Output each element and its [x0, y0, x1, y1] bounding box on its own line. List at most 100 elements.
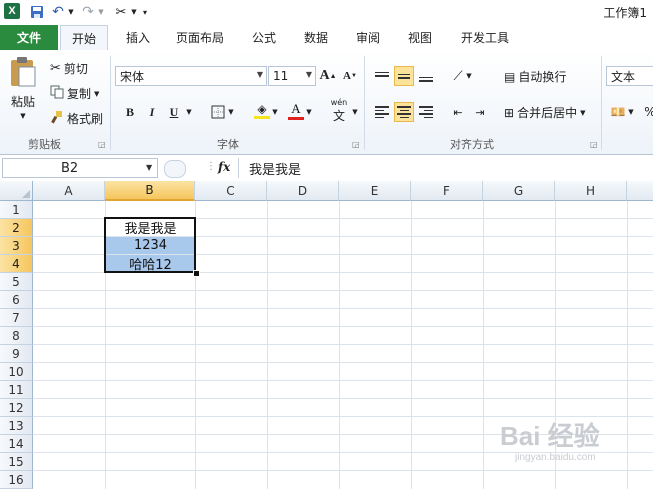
phonetic-guide-icon[interactable]: wén 文	[326, 98, 352, 124]
row-header-13[interactable]: 13	[0, 417, 33, 435]
chevron-down-icon[interactable]: ▼	[146, 163, 152, 172]
row-header-9[interactable]: 9	[0, 345, 33, 363]
cut-button[interactable]: ✂ 剪切	[50, 60, 88, 77]
tab-formulas[interactable]: 公式	[244, 25, 284, 50]
gridline	[411, 201, 412, 492]
tab-review[interactable]: 审阅	[348, 25, 388, 50]
percent-style-icon[interactable]: %	[640, 102, 653, 122]
font-launcher-icon[interactable]: ◲	[352, 140, 360, 149]
wrap-text-button[interactable]: ▤ 自动换行	[504, 68, 566, 85]
clipboard-launcher-icon[interactable]: ◲	[98, 140, 106, 149]
row-header-15[interactable]: 15	[0, 453, 33, 471]
gridline	[33, 326, 653, 327]
copy-button[interactable]: 复制 ▼	[50, 85, 99, 102]
paste-dropdown-icon[interactable]: ▼	[20, 112, 25, 120]
gridline	[33, 290, 653, 291]
customize-toolbar-icon[interactable]: ▾	[140, 3, 150, 21]
number-format-combo[interactable]: 文本	[606, 66, 653, 86]
tab-view[interactable]: 视图	[400, 25, 440, 50]
align-middle-icon[interactable]	[394, 66, 414, 86]
accounting-dropdown-icon[interactable]: ▼	[626, 102, 636, 122]
alignment-launcher-icon[interactable]: ◲	[590, 140, 598, 149]
row-header-16[interactable]: 16	[0, 471, 33, 489]
paste-button[interactable]: 粘贴 ▼	[8, 56, 38, 120]
row-header-4[interactable]: 4	[0, 255, 33, 273]
excel-logo-icon[interactable]: X	[4, 3, 20, 19]
cell-b4[interactable]: 哈哈12	[106, 255, 195, 273]
font-color-dropdown-icon[interactable]: ▼	[304, 102, 314, 122]
undo-dropdown-icon[interactable]: ▼	[66, 3, 76, 21]
row-header-10[interactable]: 10	[0, 363, 33, 381]
underline-dropdown-icon[interactable]: ▼	[184, 102, 194, 122]
font-name-combo[interactable]: 宋体 ▼	[115, 66, 267, 86]
column-header-e[interactable]: E	[339, 181, 411, 201]
phonetic-dropdown-icon[interactable]: ▼	[350, 102, 360, 122]
grow-font-icon[interactable]: A ▲	[318, 66, 338, 86]
align-top-icon[interactable]	[372, 66, 392, 86]
cell-b3[interactable]: 1234	[106, 237, 195, 254]
tools-dropdown-icon[interactable]: ▼	[130, 3, 138, 21]
undo-icon[interactable]: ↶	[50, 3, 66, 21]
formula-input[interactable]: 我是我是	[238, 158, 650, 178]
row-header-1[interactable]: 1	[0, 201, 33, 219]
fill-handle[interactable]	[193, 270, 200, 277]
column-header-h[interactable]: H	[555, 181, 627, 201]
fill-color-icon[interactable]: ◈	[252, 100, 272, 120]
row-header-2[interactable]: 2	[0, 219, 33, 237]
underline-button[interactable]: U	[164, 102, 184, 122]
column-header-d[interactable]: D	[267, 181, 339, 201]
align-right-icon[interactable]	[416, 102, 436, 122]
row-header-5[interactable]: 5	[0, 273, 33, 291]
row-header-14[interactable]: 14	[0, 435, 33, 453]
row-header-8[interactable]: 8	[0, 327, 33, 345]
row-header-11[interactable]: 11	[0, 381, 33, 399]
select-all-button[interactable]	[0, 181, 33, 201]
merge-dropdown-icon[interactable]: ▼	[580, 109, 585, 117]
column-header-c[interactable]: C	[195, 181, 267, 201]
tab-developer[interactable]: 开发工具	[452, 25, 518, 50]
merge-center-button[interactable]: ⊞ 合并后居中 ▼	[504, 104, 585, 121]
tab-insert[interactable]: 插入	[118, 25, 158, 50]
accounting-format-icon[interactable]: 💴	[608, 102, 628, 122]
column-header-i[interactable]	[627, 181, 653, 201]
align-left-icon[interactable]	[372, 102, 392, 122]
orientation-dropdown-icon[interactable]: ▼	[464, 66, 474, 86]
column-header-b[interactable]: B	[105, 181, 195, 201]
bold-button[interactable]: B	[120, 102, 140, 122]
scissors-icon: ✂	[50, 61, 61, 76]
cell-b2[interactable]: 我是我是	[106, 219, 195, 237]
tab-home[interactable]: 开始	[60, 25, 108, 50]
row-header-12[interactable]: 12	[0, 399, 33, 417]
tab-page-layout[interactable]: 页面布局	[168, 25, 232, 50]
tab-data[interactable]: 数据	[296, 25, 336, 50]
column-header-f[interactable]: F	[411, 181, 483, 201]
align-bottom-icon[interactable]	[416, 66, 436, 86]
save-icon[interactable]	[28, 3, 46, 21]
borders-dropdown-icon[interactable]: ▼	[226, 102, 236, 122]
font-color-icon[interactable]: A	[286, 100, 306, 120]
row-header-6[interactable]: 6	[0, 291, 33, 309]
column-header-a[interactable]: A	[33, 181, 105, 201]
copy-dropdown-icon[interactable]: ▼	[94, 90, 99, 98]
redo-icon[interactable]: ↷	[80, 3, 96, 21]
row-header-7[interactable]: 7	[0, 309, 33, 327]
redo-dropdown-icon[interactable]: ▼	[96, 3, 106, 21]
align-center-icon[interactable]	[394, 102, 414, 122]
formula-bar-resize-handle[interactable]	[164, 160, 186, 178]
column-header-g[interactable]: G	[483, 181, 555, 201]
alignment-group-label: 对齐方式	[450, 138, 494, 151]
name-box[interactable]: B2	[2, 158, 158, 178]
shrink-font-icon[interactable]: A ▼	[340, 66, 360, 86]
decrease-indent-icon[interactable]: ⇤	[448, 102, 468, 122]
borders-icon[interactable]	[208, 102, 228, 122]
fill-color-dropdown-icon[interactable]: ▼	[270, 102, 280, 122]
increase-indent-icon[interactable]: ⇥	[470, 102, 490, 122]
italic-button[interactable]: I	[142, 102, 162, 122]
insert-function-button[interactable]: fx	[218, 160, 230, 174]
tab-file[interactable]: 文件	[0, 25, 58, 50]
format-painter-button[interactable]: 格式刷	[50, 110, 103, 127]
gridline	[627, 201, 628, 492]
tools-icon[interactable]: ✂	[112, 3, 130, 21]
font-size-combo[interactable]: 11 ▼	[268, 66, 316, 86]
row-header-3[interactable]: 3	[0, 237, 33, 255]
